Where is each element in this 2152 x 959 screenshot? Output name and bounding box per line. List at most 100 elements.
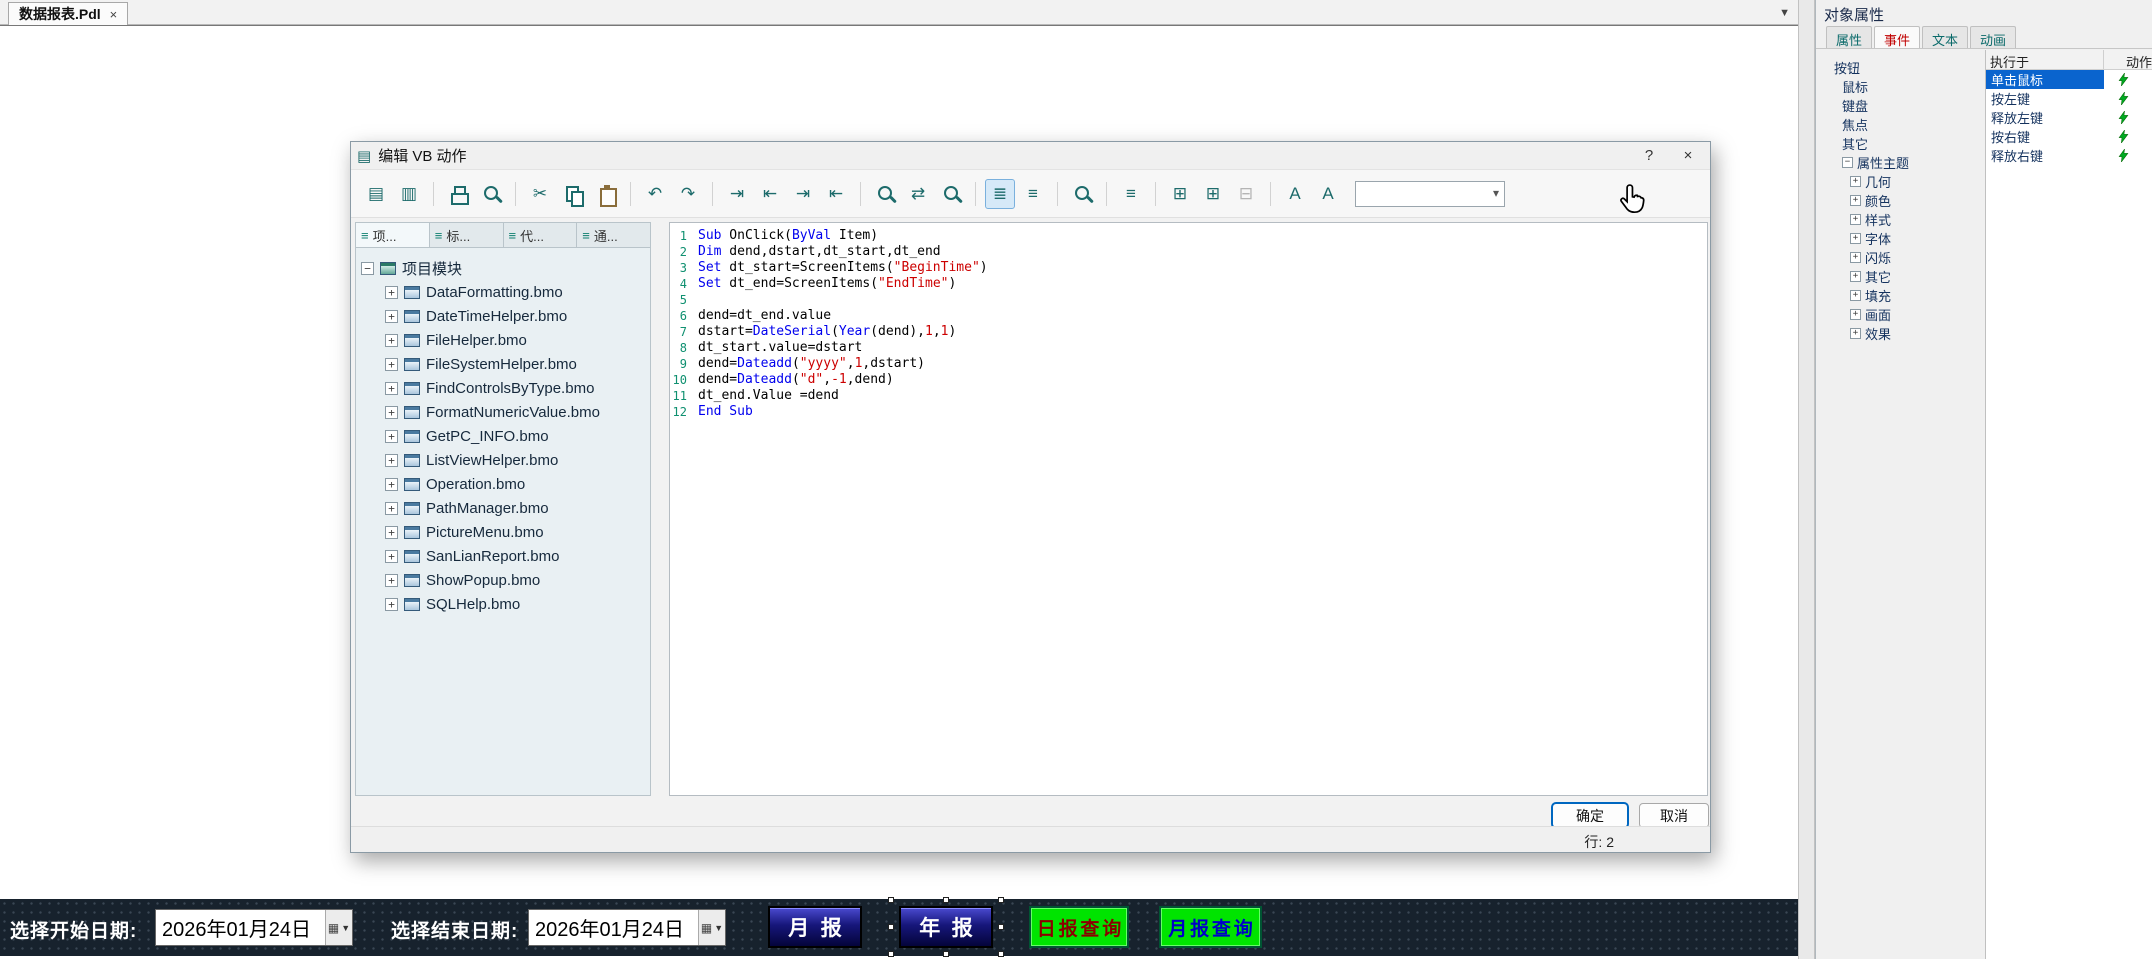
lightning-icon[interactable] [2104,130,2129,143]
expand-icon[interactable]: + [385,477,398,491]
redo-icon[interactable]: ↷ [673,179,703,209]
module-tree-item[interactable]: + ListViewHelper.bmo [361,448,645,472]
module-tree-item[interactable]: + SQLHelp.bmo [361,592,645,616]
expand-icon[interactable]: + [1850,195,1861,206]
props-tree-root[interactable]: 按钮 [1816,58,1985,77]
cut-icon[interactable]: ✂ [525,179,555,209]
line-numbers-icon[interactable]: ≣ [985,178,1015,209]
expand-icon[interactable]: + [385,309,398,323]
code-line[interactable]: 12 End Sub [670,404,1707,420]
code-line[interactable]: 6 dend=dt_end.value [670,308,1707,324]
tab-data-report[interactable]: 数据报表.Pdl × [8,2,129,25]
props-tree-theme-item[interactable]: + 效果 [1816,324,1985,343]
help-button[interactable]: ? [1633,143,1665,169]
lightning-icon[interactable] [2104,92,2129,105]
module-tree-item[interactable]: + PathManager.bmo [361,496,645,520]
insert-row-below-icon[interactable]: ⊞ [1198,179,1228,209]
expand-icon[interactable]: + [1850,176,1861,187]
module-tree-item[interactable]: + DateTimeHelper.bmo [361,304,645,328]
code-line[interactable]: 8 dt_start.value=dstart [670,340,1707,356]
props-tree-item[interactable]: 其它 [1816,134,1985,153]
module-tree-root[interactable]: − 项目模块 [361,256,645,280]
zoom-icon[interactable] [1067,179,1097,209]
outline-icon[interactable]: ≡ [1018,179,1048,209]
expand-icon[interactable]: + [385,357,398,371]
module-tab-2[interactable]: ≡ 标... [429,222,504,248]
props-tree-theme-item[interactable]: + 填充 [1816,286,1985,305]
code-line[interactable]: 10 dend=Dateadd("d",-1,dend) [670,372,1707,388]
start-date-picker[interactable]: 2026年01月24日 ▦ ▼ [155,909,353,946]
font-check-icon[interactable]: A [1280,179,1310,209]
props-tree-theme[interactable]: − 属性主题 [1816,153,1985,172]
cancel-button[interactable]: 取消 [1639,803,1709,828]
monthly-report-button[interactable]: 月报 [768,906,862,948]
module-tree-item[interactable]: + DataFormatting.bmo [361,280,645,304]
module-tab-4[interactable]: ≡ 通... [577,222,651,248]
props-tree-theme-item[interactable]: + 颜色 [1816,191,1985,210]
module-tree-item[interactable]: + PictureMenu.bmo [361,520,645,544]
expand-icon[interactable]: + [385,405,398,419]
dialog-titlebar[interactable]: ▤ 编辑 VB 动作 ? × [351,142,1710,170]
start-date-dropdown-button[interactable]: ▦ ▼ [325,910,352,945]
delete-row-icon[interactable]: ⊟ [1231,179,1261,209]
props-tree-theme-item[interactable]: + 样式 [1816,210,1985,229]
end-date-picker[interactable]: 2026年01月24日 ▦ ▼ [528,909,726,946]
code-line[interactable]: 2 Dim dend,dstart,dt_start,dt_end [670,244,1707,260]
expand-icon[interactable]: + [1850,252,1861,263]
module-tree-item[interactable]: + GetPC_INFO.bmo [361,424,645,448]
props-tree-theme-item[interactable]: + 其它 [1816,267,1985,286]
expand-icon[interactable]: − [1842,157,1853,168]
indent-right-icon[interactable]: ⇥ [722,179,752,209]
expand-icon[interactable]: + [1850,290,1861,301]
module-tab-3[interactable]: ≡ 代... [503,222,578,248]
module-tab-1[interactable]: ≡ 项... [355,222,430,248]
selection-handle[interactable] [998,897,1004,903]
expand-icon[interactable]: + [1850,271,1861,282]
event-row[interactable]: 按右键 [1986,127,2152,146]
find-icon[interactable] [870,179,900,209]
module-tree-item[interactable]: + FileSystemHelper.bmo [361,352,645,376]
module-tree-item[interactable]: + FindControlsByType.bmo [361,376,645,400]
expand-icon[interactable]: + [1850,309,1861,320]
module-tree-item[interactable]: + SanLianReport.bmo [361,544,645,568]
expand-icon[interactable]: + [385,429,398,443]
annual-report-button[interactable]: 年报 [899,906,993,948]
code-line[interactable]: 9 dend=Dateadd("yyyy",1,dstart) [670,356,1707,372]
insert-row-above-icon[interactable]: ⊞ [1165,179,1195,209]
block-outdent-icon[interactable]: ⇤ [821,179,851,209]
module-tree-item[interactable]: + Operation.bmo [361,472,645,496]
selection-handle[interactable] [888,897,894,903]
panel-splitter[interactable] [1798,0,1815,959]
module-tree-item[interactable]: + FileHelper.bmo [361,328,645,352]
props-tree-theme-item[interactable]: + 几何 [1816,172,1985,191]
expand-icon[interactable]: + [385,453,398,467]
find-next-icon[interactable] [936,179,966,209]
selection-handle[interactable] [888,924,894,930]
selection-handle[interactable] [943,897,949,903]
end-date-dropdown-button[interactable]: ▦ ▼ [698,910,725,945]
expand-icon[interactable]: + [385,549,398,563]
copy-icon[interactable] [558,179,588,209]
expand-icon[interactable]: + [1850,328,1861,339]
expand-icon[interactable]: + [385,573,398,587]
lightning-icon[interactable] [2104,73,2129,86]
close-button[interactable]: × [1672,143,1704,169]
undo-icon[interactable]: ↶ [640,179,670,209]
event-row[interactable]: 单击鼠标 [1986,70,2152,89]
daily-query-button[interactable]: 日报查询 [1029,906,1129,948]
props-tree-item[interactable]: 鼠标 [1816,77,1985,96]
indent-left-icon[interactable]: ⇤ [755,179,785,209]
expand-icon[interactable]: + [385,333,398,347]
props-tab-2[interactable]: 事件 [1874,26,1921,48]
replace-icon[interactable]: ⇄ [903,179,933,209]
expand-icon[interactable]: + [1850,214,1861,225]
monthly-query-button[interactable]: 月报查询 [1159,906,1262,948]
execute-on-column-header[interactable]: 执行于 [1986,50,2104,69]
align-icon[interactable]: ≡ [1116,179,1146,209]
lightning-icon[interactable] [2104,149,2129,162]
selection-handle[interactable] [888,951,894,957]
code-line[interactable]: 7 dstart=DateSerial(Year(dend),1,1) [670,324,1707,340]
new-form-icon[interactable]: ▤ [361,179,391,209]
action-column-header[interactable]: 动作 [2104,50,2152,69]
code-editor[interactable]: 1 Sub OnClick(ByVal Item) 2 Dim dend,dstart… [669,222,1708,796]
